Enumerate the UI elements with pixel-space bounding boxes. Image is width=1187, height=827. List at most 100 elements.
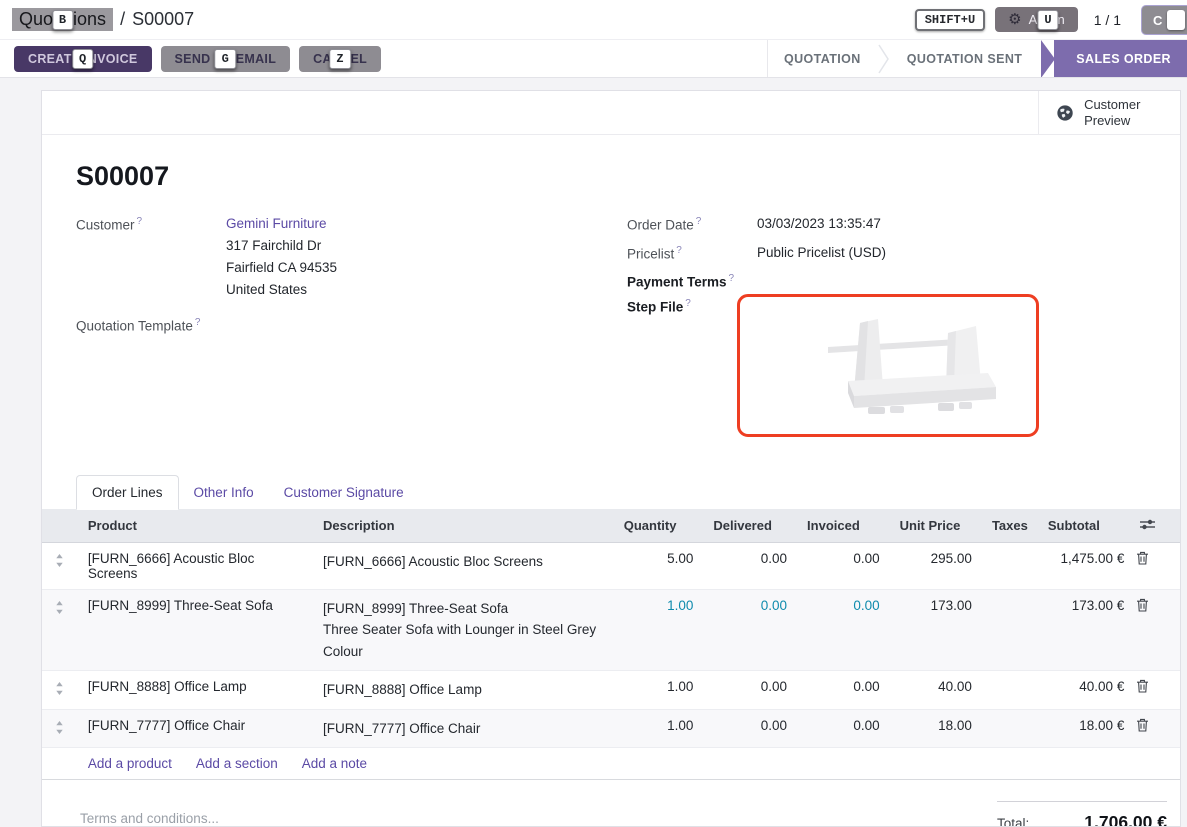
order-date-value[interactable]: 03/03/2023 13:35:47 <box>757 216 881 233</box>
column-header-delivered[interactable]: Delivered <box>703 509 797 543</box>
help-tooltip-icon: ? <box>729 273 735 284</box>
optional-columns-icon <box>1140 519 1155 530</box>
create-button-label: C <box>1153 13 1162 28</box>
statusbar-separator-icon <box>877 40 891 77</box>
cell-quantity[interactable]: 1.00 <box>614 709 704 748</box>
tab-order-lines[interactable]: Order Lines <box>76 475 179 510</box>
cell-delivered[interactable]: 0.00 <box>703 709 797 748</box>
column-header-product[interactable]: Product <box>78 509 313 543</box>
cell-unit-price[interactable]: 40.00 <box>890 671 982 710</box>
cell-taxes[interactable] <box>982 671 1038 710</box>
cell-unit-price[interactable]: 295.00 <box>890 542 982 589</box>
pricelist-value[interactable]: Public Pricelist (USD) <box>757 245 886 262</box>
delete-row-button[interactable] <box>1134 671 1180 710</box>
total-value: 1,706.00 € <box>1084 812 1167 827</box>
cell-product[interactable]: [FURN_8999] Three-Seat Sofa <box>78 589 313 671</box>
step-file-image-field[interactable] <box>737 294 1039 437</box>
cell-delivered[interactable]: 0.00 <box>703 589 797 671</box>
cell-invoiced[interactable]: 0.00 <box>797 709 890 748</box>
tab-other-info[interactable]: Other Info <box>179 476 269 509</box>
statusbar-step-sales-order[interactable]: SALES ORDER <box>1054 40 1187 77</box>
sheet-body: S00007 Customer? Gemini Furniture 317 Fa… <box>42 161 1180 449</box>
delete-row-button[interactable] <box>1134 542 1180 589</box>
drag-handle[interactable] <box>42 671 78 710</box>
cell-product[interactable]: [FURN_8888] Office Lamp <box>78 671 313 710</box>
cell-description[interactable]: [FURN_8888] Office Lamp <box>313 671 614 710</box>
payment-terms-label: Payment Terms? <box>627 273 757 290</box>
action-menu-button[interactable]: ⚙ Action U <box>995 7 1078 32</box>
column-header-quantity[interactable]: Quantity <box>614 509 704 543</box>
cell-invoiced[interactable]: 0.00 <box>797 589 890 671</box>
table-row[interactable]: [FURN_8888] Office Lamp [FURN_8888] Offi… <box>42 671 1180 710</box>
add-a-product-link[interactable]: Add a product <box>88 756 172 771</box>
drag-handle[interactable] <box>42 709 78 748</box>
statusbar-step-quotation[interactable]: QUOTATION <box>768 40 877 77</box>
cell-product[interactable]: [FURN_7777] Office Chair <box>78 709 313 748</box>
customer-address: 317 Fairchild Dr Fairfield CA 94535 Unit… <box>226 235 337 301</box>
add-a-note-link[interactable]: Add a note <box>302 756 367 771</box>
table-row[interactable]: [FURN_8999] Three-Seat Sofa [FURN_8999] … <box>42 589 1180 671</box>
column-header-subtotal[interactable]: Subtotal <box>1038 509 1134 543</box>
field-pricelist: Pricelist? Public Pricelist (USD) <box>627 245 1146 262</box>
field-column-left: Customer? Gemini Furniture 317 Fairchild… <box>76 216 611 449</box>
drag-handle[interactable] <box>42 589 78 671</box>
help-tooltip-icon: ? <box>676 245 682 256</box>
delete-row-button[interactable] <box>1134 709 1180 748</box>
breadcrumb-parent-quotations[interactable]: Quotations B <box>12 8 113 31</box>
topbar-right: SHIFT+U ⚙ Action U 1 / 1 <box>915 7 1175 32</box>
table-row[interactable]: [FURN_6666] Acoustic Bloc Screens [FURN_… <box>42 542 1180 589</box>
column-header-unit-price[interactable]: Unit Price <box>890 509 982 543</box>
help-tooltip-icon: ? <box>685 298 691 309</box>
trash-icon <box>1136 679 1149 693</box>
cell-unit-price[interactable]: 18.00 <box>890 709 982 748</box>
hotkey-badge-create <box>1167 10 1185 30</box>
cell-quantity[interactable]: 1.00 <box>614 589 704 671</box>
cell-taxes[interactable] <box>982 542 1038 589</box>
cell-taxes[interactable] <box>982 709 1038 748</box>
form-sheet: Customer Preview S00007 Customer? Gemini… <box>41 90 1181 827</box>
hotkey-badge-breadcrumb: B <box>52 10 73 30</box>
help-tooltip-icon: ? <box>696 216 702 227</box>
customer-preview-button[interactable]: Customer Preview <box>1038 91 1180 134</box>
cell-delivered[interactable]: 0.00 <box>703 542 797 589</box>
cell-taxes[interactable] <box>982 589 1038 671</box>
terms-and-conditions-field[interactable]: Terms and conditions... <box>80 801 219 827</box>
pricelist-label: Pricelist? <box>627 245 757 262</box>
column-header-taxes[interactable]: Taxes <box>982 509 1038 543</box>
cell-unit-price[interactable]: 173.00 <box>890 589 982 671</box>
send-by-email-button[interactable]: SEND BY EMAIL G <box>161 46 291 72</box>
customer-label: Customer? <box>76 216 226 301</box>
optional-columns-button[interactable] <box>1134 509 1180 543</box>
hotkey-badge-create-invoice: Q <box>72 49 94 69</box>
table-add-row: Add a product Add a section Add a note <box>42 748 1180 780</box>
cell-product[interactable]: [FURN_6666] Acoustic Bloc Screens <box>78 542 313 589</box>
statusbar-step-quotation-sent[interactable]: QUOTATION SENT <box>891 40 1039 77</box>
create-button[interactable]: C <box>1141 5 1187 35</box>
cell-description[interactable]: [FURN_7777] Office Chair <box>313 709 614 748</box>
cell-description[interactable]: [FURN_8999] Three-Seat Sofa Three Seater… <box>313 589 614 671</box>
cell-invoiced[interactable]: 0.00 <box>797 671 890 710</box>
create-invoice-button[interactable]: CREATE INVOICE Q <box>14 46 152 72</box>
delete-row-button[interactable] <box>1134 589 1180 671</box>
add-a-section-link[interactable]: Add a section <box>196 756 278 771</box>
column-header-description[interactable]: Description <box>313 509 614 543</box>
cell-subtotal: 18.00 € <box>1038 709 1134 748</box>
breadcrumb: Quotations B / S00007 <box>12 8 194 31</box>
drag-handle-icon <box>55 554 64 567</box>
cell-invoiced[interactable]: 0.00 <box>797 542 890 589</box>
cancel-button[interactable]: CANCEL Z <box>299 46 381 72</box>
quotation-template-label: Quotation Template? <box>76 317 226 334</box>
column-header-invoiced[interactable]: Invoiced <box>797 509 890 543</box>
field-order-date: Order Date? 03/03/2023 13:35:47 <box>627 216 1146 233</box>
odoo-sales-order-screen: Quotations B / S00007 SHIFT+U ⚙ Action U… <box>0 0 1187 827</box>
tab-customer-signature[interactable]: Customer Signature <box>269 476 419 509</box>
cell-quantity[interactable]: 5.00 <box>614 542 704 589</box>
table-row[interactable]: [FURN_7777] Office Chair [FURN_7777] Off… <box>42 709 1180 748</box>
notebook-tabs: Order Lines Other Info Customer Signatur… <box>76 475 1180 509</box>
cell-description[interactable]: [FURN_6666] Acoustic Bloc Screens <box>313 542 614 589</box>
cell-delivered[interactable]: 0.00 <box>703 671 797 710</box>
customer-link[interactable]: Gemini Furniture <box>226 216 327 231</box>
drag-handle[interactable] <box>42 542 78 589</box>
field-quotation-template: Quotation Template? <box>76 317 611 334</box>
cell-quantity[interactable]: 1.00 <box>614 671 704 710</box>
